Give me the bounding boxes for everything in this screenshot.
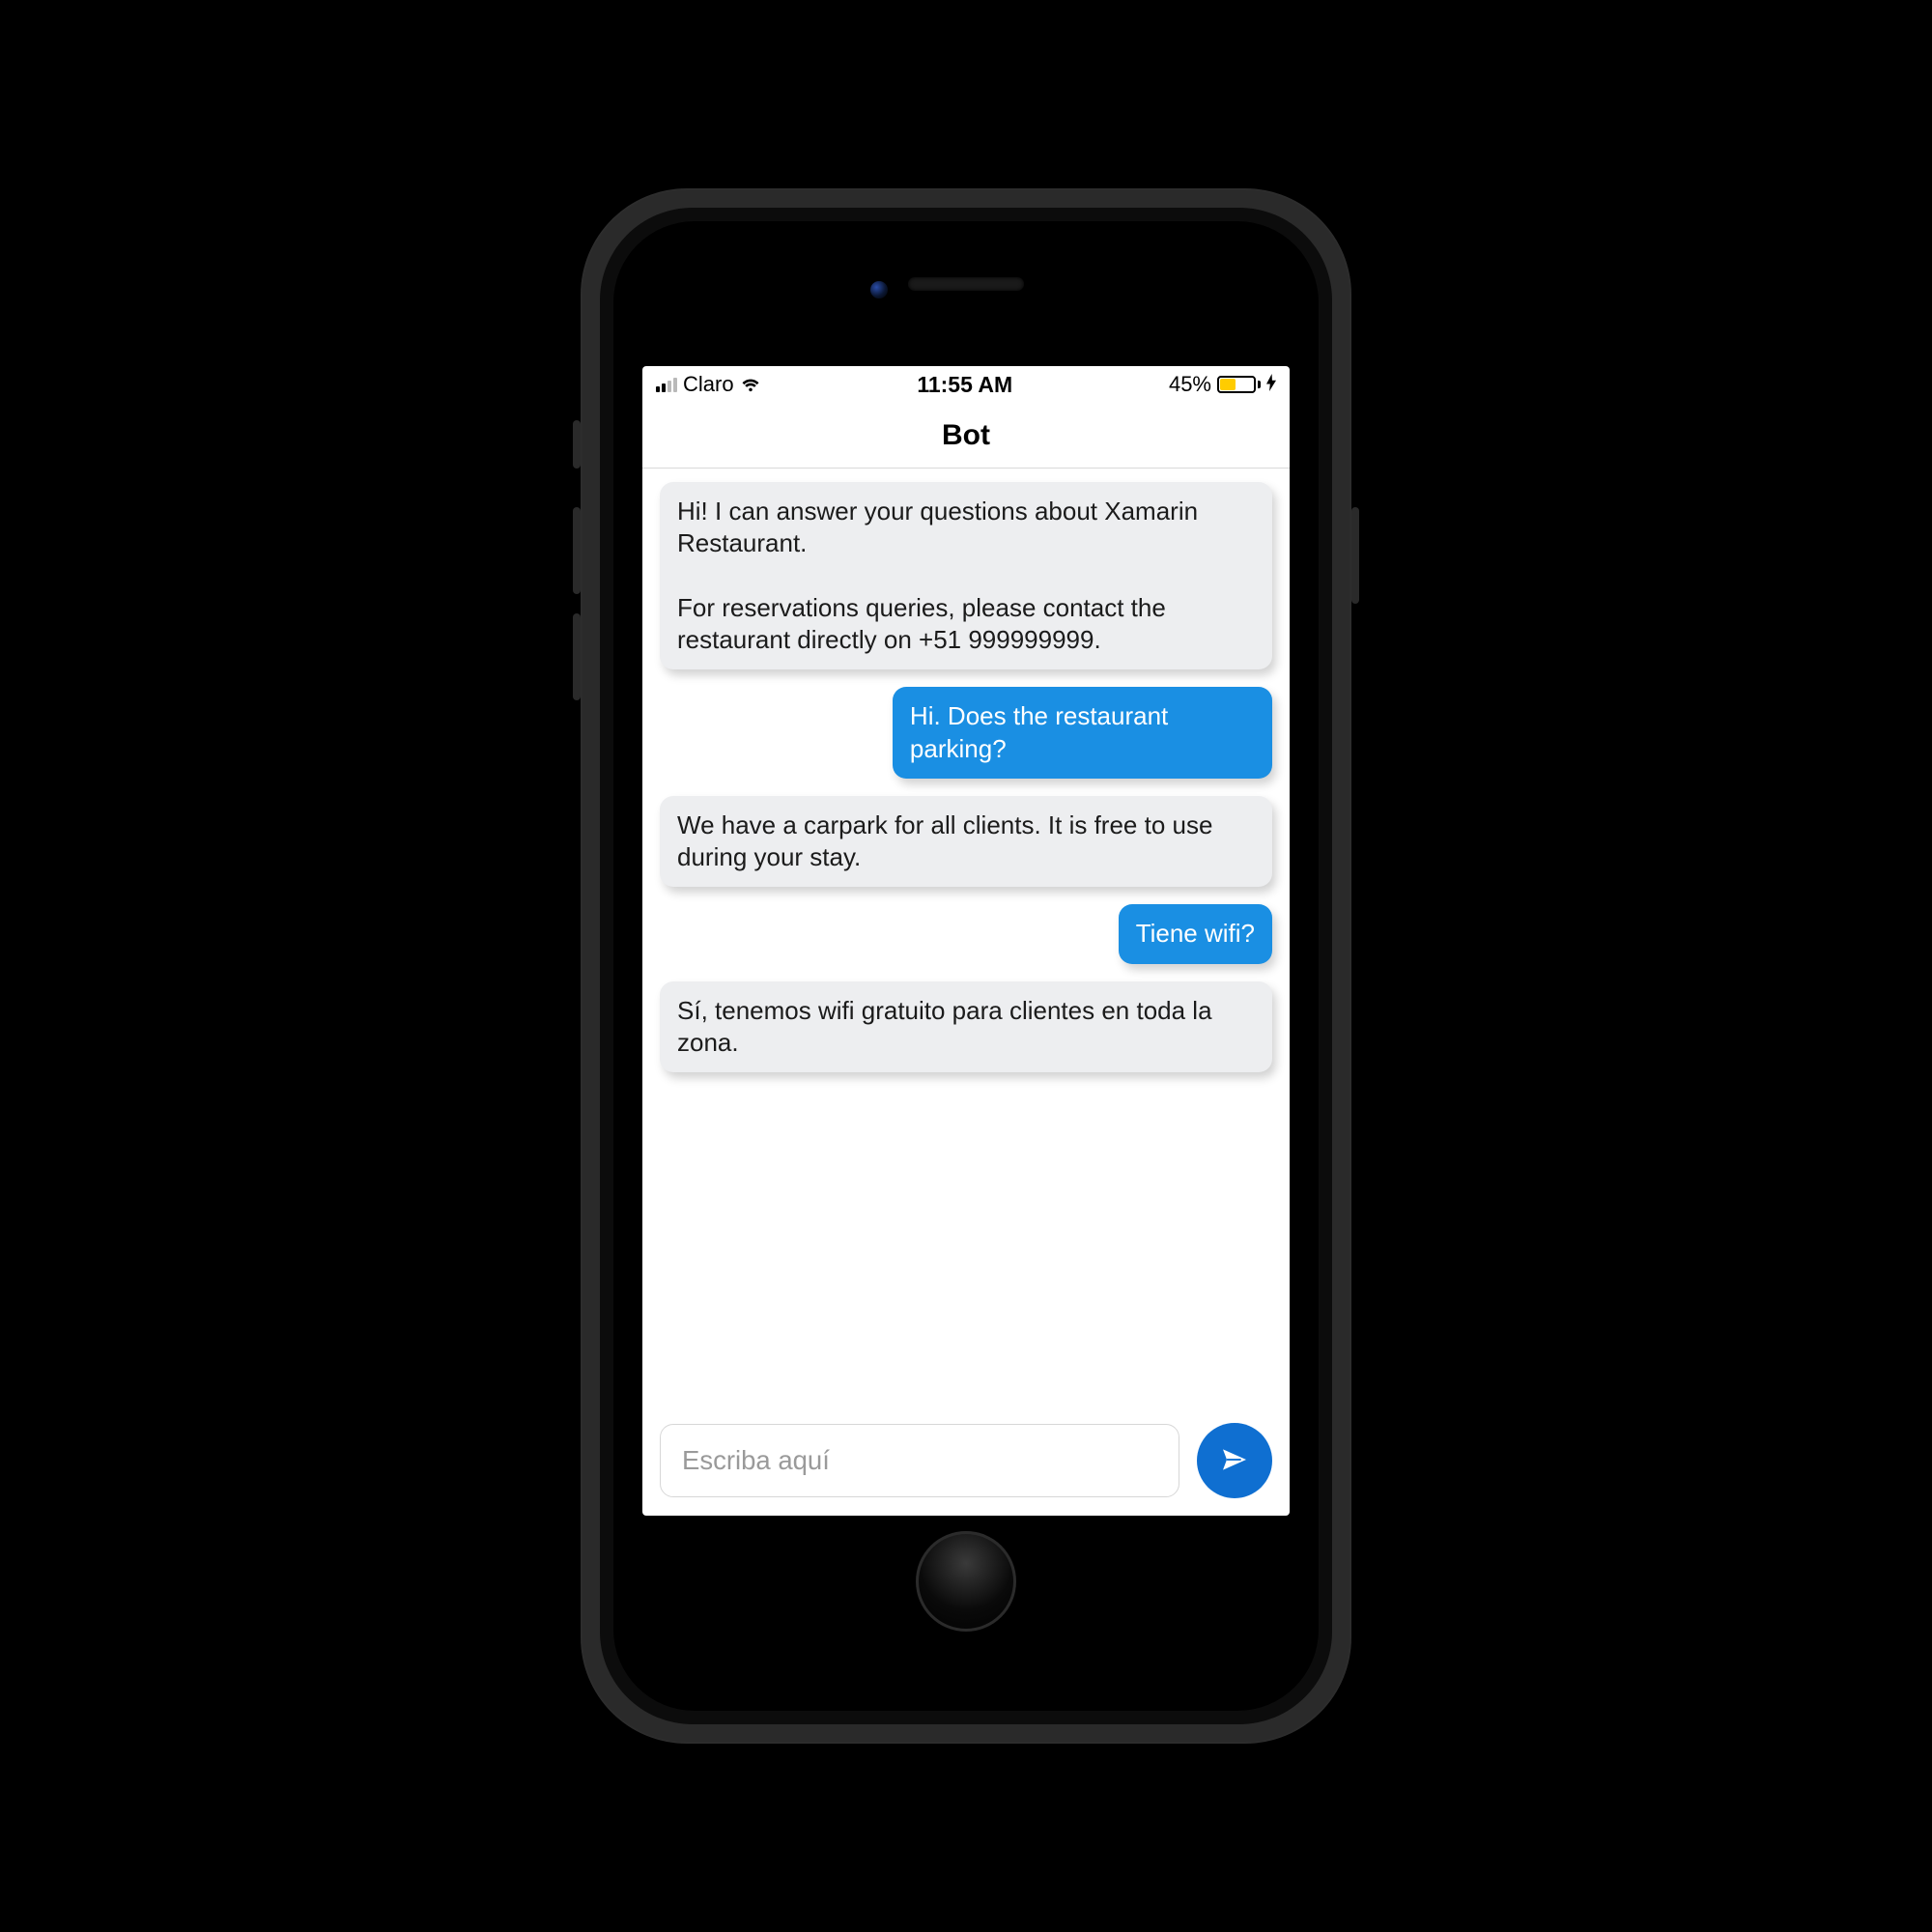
status-right: 45%	[1169, 372, 1276, 397]
message-bubble: Hi! I can answer your questions about Xa…	[660, 482, 1272, 669]
power-button	[1351, 507, 1359, 604]
front-camera	[870, 281, 888, 298]
wifi-icon	[740, 377, 761, 392]
message-row-user: Tiene wifi?	[660, 904, 1272, 963]
carrier-label: Claro	[683, 372, 734, 397]
message-bubble: We have a carpark for all clients. It is…	[660, 796, 1272, 888]
mute-switch	[573, 420, 581, 469]
phone-inner: Claro 11:55 AM 45%	[600, 208, 1332, 1724]
status-time: 11:55 AM	[761, 372, 1169, 398]
messages-list[interactable]: Hi! I can answer your questions about Xa…	[642, 469, 1290, 1406]
stage: Claro 11:55 AM 45%	[0, 0, 1932, 1932]
input-bar	[642, 1406, 1290, 1516]
message-bubble: Hi. Does the restaurant parking?	[893, 687, 1272, 779]
paper-plane-icon	[1219, 1444, 1250, 1478]
volume-down-button	[573, 613, 581, 700]
earpiece-speaker	[908, 277, 1024, 291]
phone-frame: Claro 11:55 AM 45%	[581, 188, 1351, 1744]
message-row-bot: Hi! I can answer your questions about Xa…	[660, 482, 1272, 669]
battery-percent-label: 45%	[1169, 372, 1211, 397]
screen: Claro 11:55 AM 45%	[642, 366, 1290, 1516]
battery-icon	[1217, 376, 1261, 393]
message-bubble: Tiene wifi?	[1119, 904, 1272, 963]
cellular-signal-icon	[656, 377, 677, 392]
top-hardware	[613, 221, 1319, 366]
phone-bezel: Claro 11:55 AM 45%	[613, 221, 1319, 1711]
status-bar: Claro 11:55 AM 45%	[642, 366, 1290, 403]
volume-up-button	[573, 507, 581, 594]
home-button[interactable]	[916, 1531, 1016, 1632]
message-row-user: Hi. Does the restaurant parking?	[660, 687, 1272, 779]
message-input[interactable]	[660, 1424, 1179, 1497]
send-button[interactable]	[1197, 1423, 1272, 1498]
title-bar: Bot	[642, 403, 1290, 469]
home-area	[613, 1516, 1319, 1661]
page-title: Bot	[942, 419, 990, 452]
message-row-bot: We have a carpark for all clients. It is…	[660, 796, 1272, 888]
status-left: Claro	[656, 372, 761, 397]
charging-icon	[1266, 372, 1276, 397]
message-row-bot: Sí, tenemos wifi gratuito para clientes …	[660, 981, 1272, 1073]
message-bubble: Sí, tenemos wifi gratuito para clientes …	[660, 981, 1272, 1073]
